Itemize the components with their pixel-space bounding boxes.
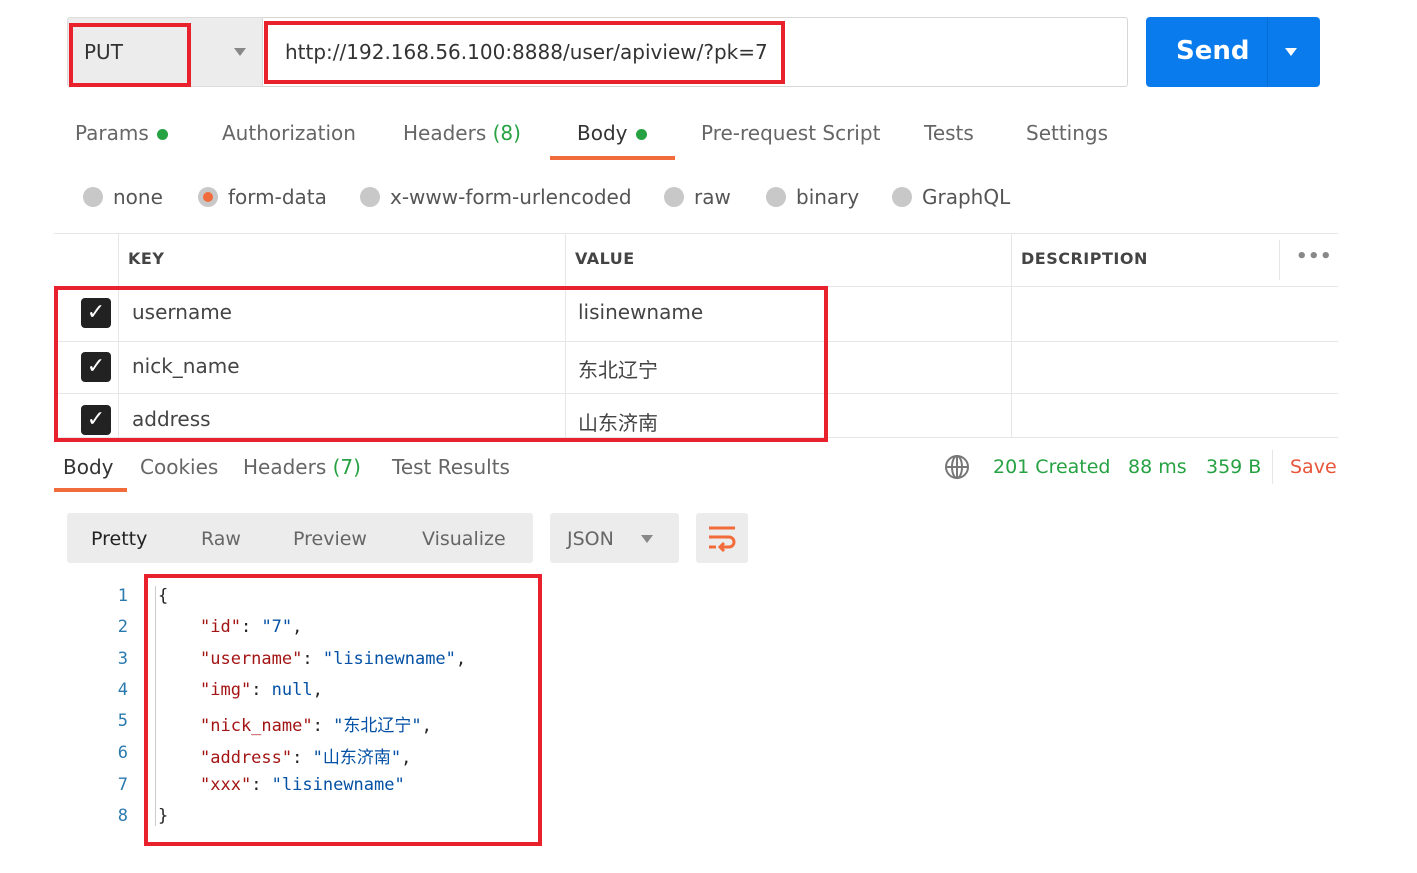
column-header-value: VALUE: [575, 249, 635, 268]
response-tab-cookies[interactable]: Cookies: [140, 455, 218, 479]
response-size: 359 B: [1206, 456, 1262, 478]
column-divider: [565, 233, 566, 437]
table-divider: [54, 341, 1338, 342]
column-divider: [118, 233, 119, 437]
view-pretty[interactable]: Pretty: [91, 528, 147, 550]
view-visualize[interactable]: Visualize: [422, 528, 506, 550]
response-time: 88 ms: [1128, 456, 1187, 478]
line-number: 5: [117, 711, 128, 731]
status-code: 201 Created: [993, 456, 1111, 478]
radio-none[interactable]: none: [83, 185, 163, 209]
tab-headers[interactable]: Headers (8): [403, 121, 521, 145]
radio-binary[interactable]: binary: [766, 185, 859, 209]
row-key[interactable]: username: [132, 300, 232, 324]
row-checkbox[interactable]: ✓: [81, 352, 111, 382]
url-text[interactable]: http://192.168.56.100:8888/user/apiview/…: [285, 40, 768, 64]
tab-settings[interactable]: Settings: [1026, 121, 1108, 145]
line-number: 1: [117, 586, 128, 606]
highlight-response: [144, 574, 542, 846]
line-number: 6: [117, 743, 128, 763]
active-tab-underline: [550, 156, 675, 160]
tab-params[interactable]: Params: [75, 121, 168, 145]
code-close-brace: }: [158, 806, 169, 826]
column-header-description: DESCRIPTION: [1021, 249, 1148, 268]
line-number: 3: [117, 649, 128, 669]
response-tab-headers[interactable]: Headers (7): [243, 455, 361, 479]
column-divider: [1279, 240, 1280, 280]
code-line: "img": null,: [200, 680, 323, 700]
column-divider: [1011, 233, 1012, 437]
status-divider: [1272, 450, 1273, 484]
chevron-down-icon[interactable]: [641, 535, 653, 543]
row-checkbox[interactable]: ✓: [81, 298, 111, 328]
tab-authorization[interactable]: Authorization: [222, 121, 356, 145]
more-options-icon[interactable]: •••: [1296, 246, 1332, 267]
body-dot-icon: [635, 129, 647, 140]
code-line: "xxx": "lisinewname": [200, 775, 405, 795]
row-value[interactable]: lisinewname: [578, 300, 703, 324]
table-border: [54, 233, 1338, 234]
radio-graphql[interactable]: GraphQL: [892, 185, 1010, 209]
view-raw[interactable]: Raw: [201, 528, 241, 550]
radio-raw[interactable]: raw: [664, 185, 731, 209]
line-number: 4: [117, 680, 128, 700]
line-number: 2: [117, 617, 128, 637]
params-dot-icon: [156, 129, 168, 140]
send-options-chevron-icon[interactable]: [1285, 48, 1297, 56]
row-checkbox[interactable]: ✓: [81, 405, 111, 435]
tab-body[interactable]: Body: [577, 121, 647, 145]
fold-guide: [155, 586, 167, 826]
format-label[interactable]: JSON: [567, 528, 614, 550]
method-label: PUT: [84, 40, 123, 64]
wrap-lines-icon[interactable]: [707, 524, 737, 552]
code-line: "nick_name": "东北辽宁",: [200, 716, 432, 736]
code-line: "address": "山东济南",: [200, 748, 412, 768]
code-line: "id": "7",: [200, 617, 303, 637]
code-open-brace: {: [158, 586, 169, 606]
table-divider: [54, 286, 1338, 287]
response-tab-test-results[interactable]: Test Results: [392, 455, 510, 479]
code-line: "username": "lisinewname",: [200, 649, 467, 669]
chevron-down-icon[interactable]: [234, 48, 246, 56]
send-label[interactable]: Send: [1176, 36, 1249, 66]
save-response-button[interactable]: Save: [1290, 456, 1337, 478]
row-value[interactable]: 山东济南: [578, 407, 658, 436]
view-preview[interactable]: Preview: [293, 528, 367, 550]
table-divider: [54, 393, 1338, 394]
radio-urlencoded[interactable]: x-www-form-urlencoded: [360, 185, 632, 209]
tab-pre-request-script[interactable]: Pre-request Script: [701, 121, 880, 145]
row-key[interactable]: address: [132, 407, 211, 431]
table-divider: [54, 437, 1338, 438]
tab-tests[interactable]: Tests: [924, 121, 974, 145]
radio-form-data[interactable]: form-data: [198, 185, 327, 209]
row-value[interactable]: 东北辽宁: [578, 354, 658, 383]
response-tab-underline: [54, 488, 127, 492]
send-divider: [1267, 17, 1268, 87]
response-tab-body[interactable]: Body: [63, 455, 114, 479]
row-key[interactable]: nick_name: [132, 354, 240, 378]
line-number: 8: [117, 806, 128, 826]
column-header-key: KEY: [128, 249, 165, 268]
line-number: 7: [117, 775, 128, 795]
globe-icon[interactable]: [944, 454, 970, 480]
